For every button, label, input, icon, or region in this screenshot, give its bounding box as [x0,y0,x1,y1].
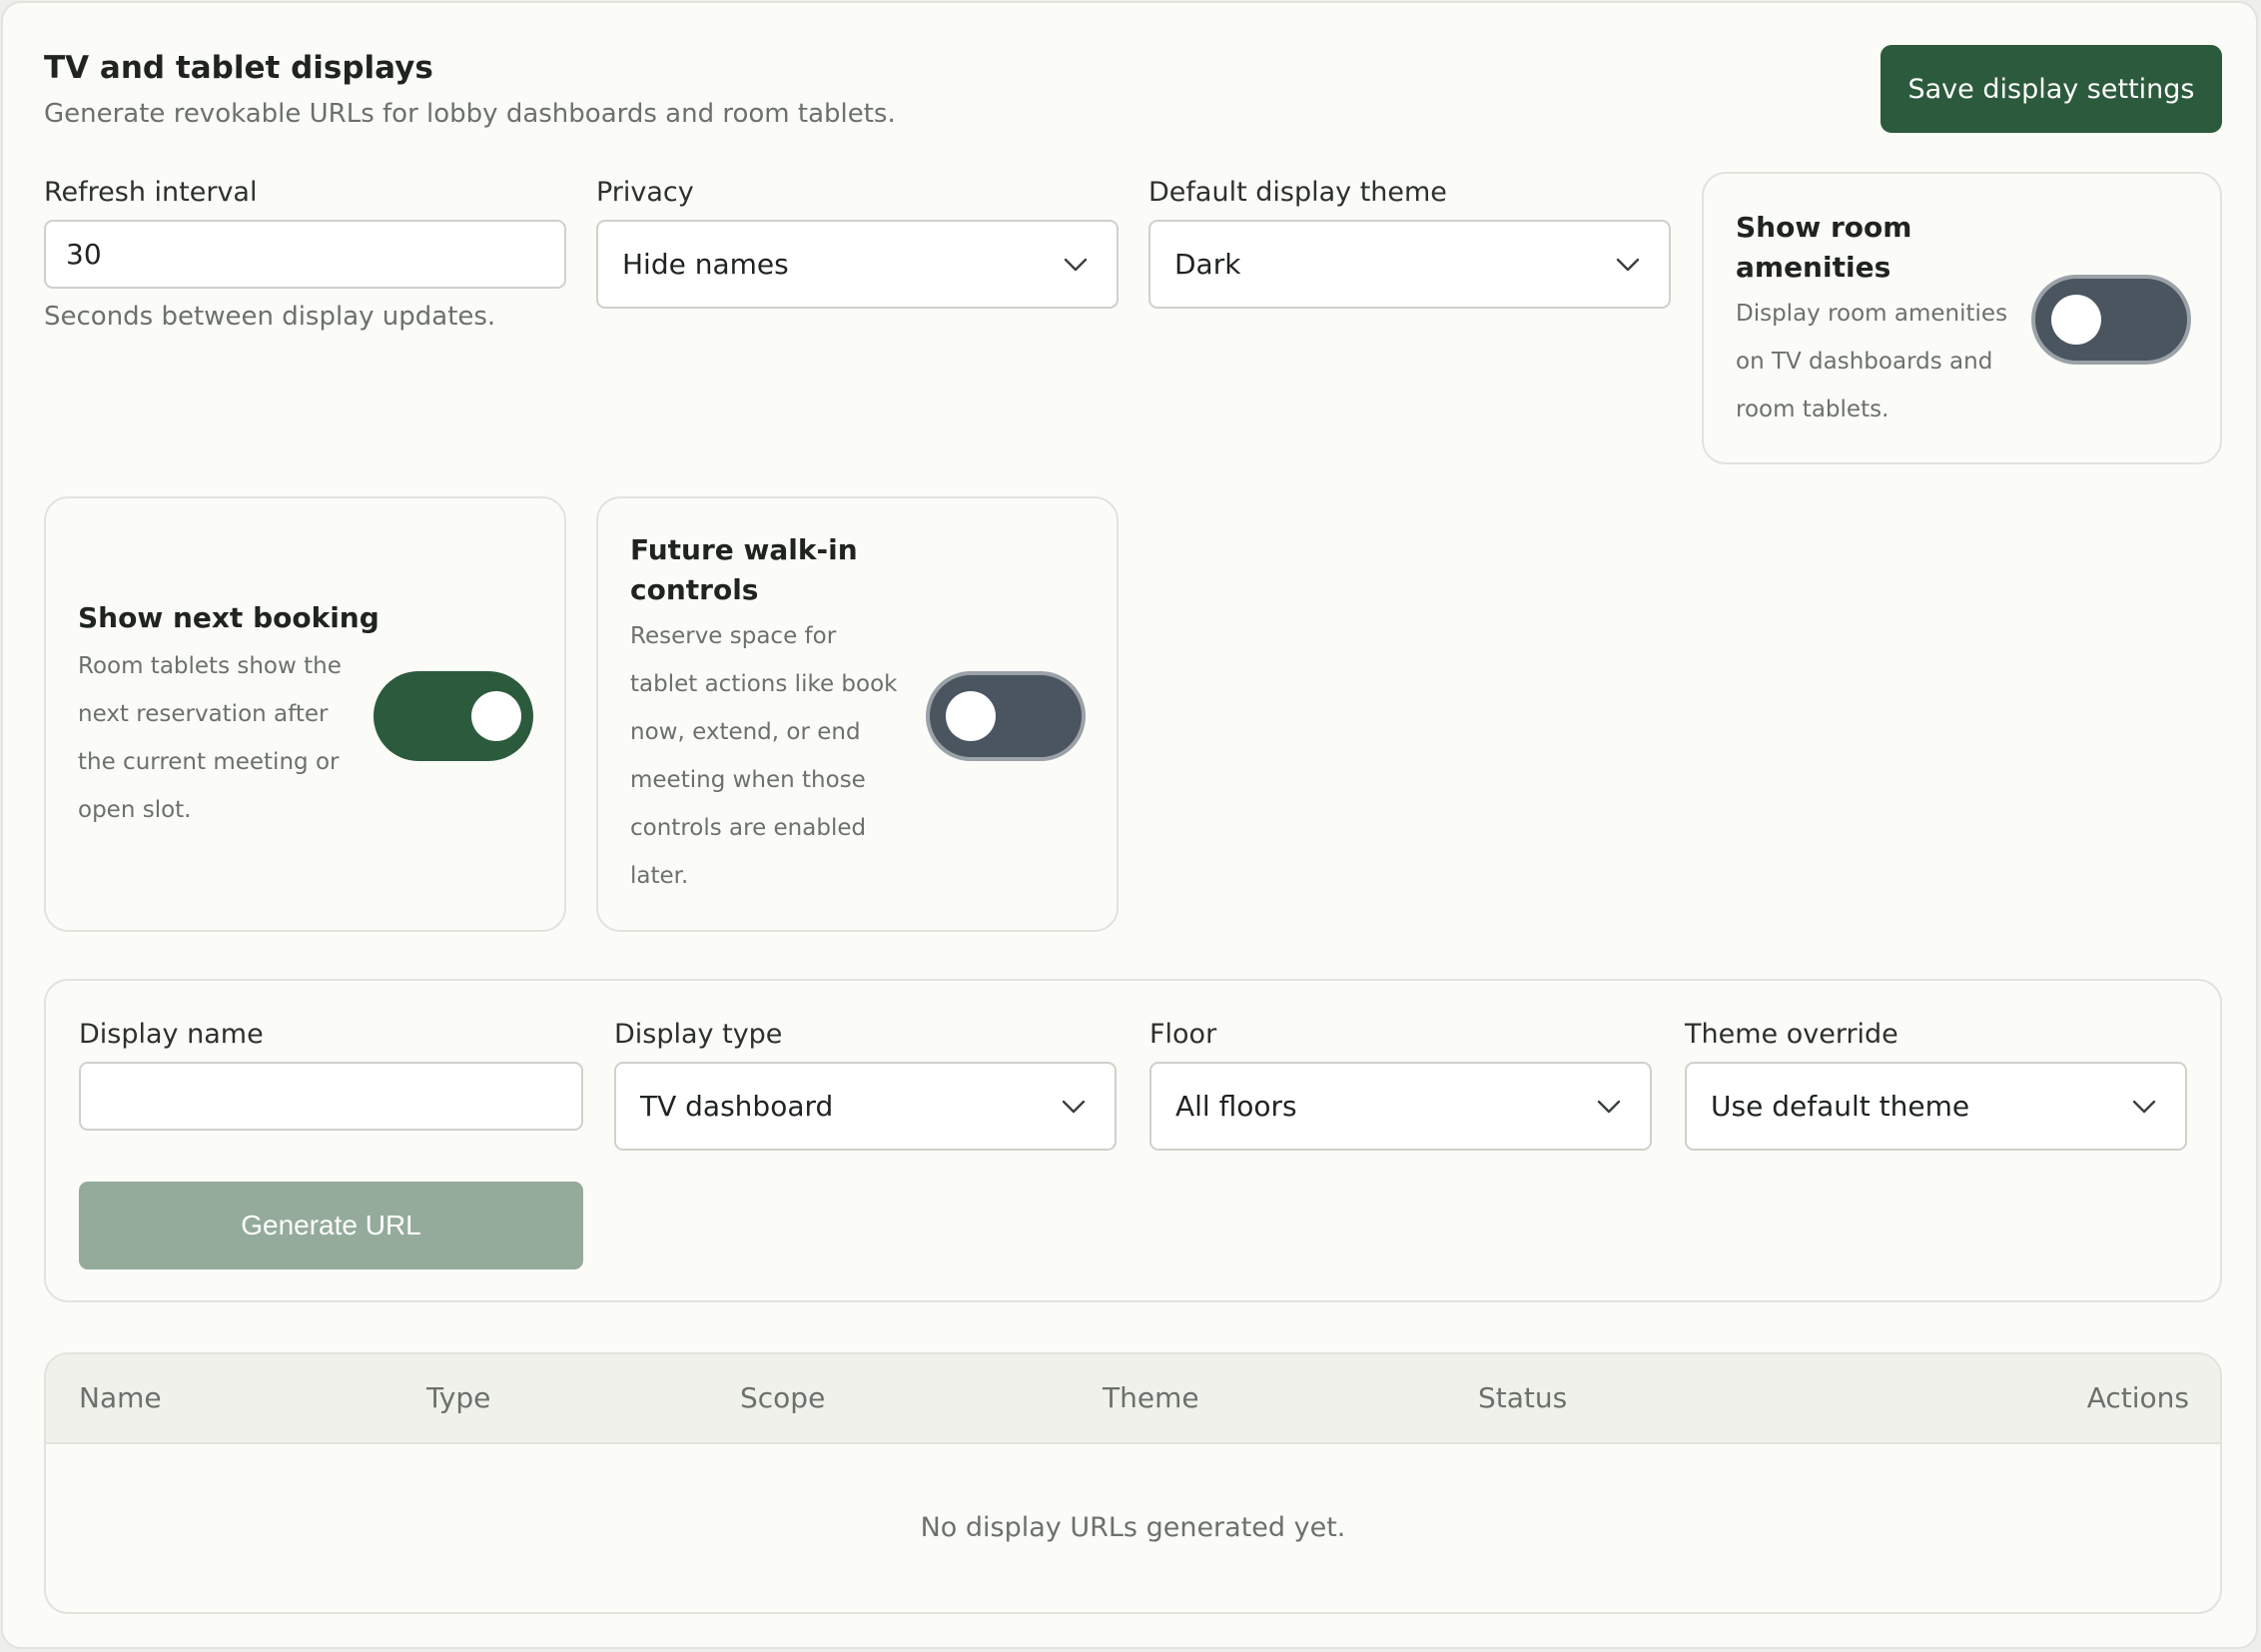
display-type-select-value: TV dashboard [640,1090,834,1123]
display-name-label: Display name [79,1019,264,1050]
walk-in-controls-toggle[interactable] [926,671,1086,761]
toggle-knob [471,691,521,741]
refresh-interval-label: Refresh interval [44,177,258,208]
default-theme-select[interactable]: Dark [1148,220,1671,309]
chevron-down-icon [1616,258,1640,271]
next-booking-title: Show next booking [78,601,379,634]
save-display-settings-button[interactable]: Save display settings [1881,45,2222,133]
next-booking-card: Show next booking Room tablets show the … [44,496,566,932]
generate-url-button[interactable]: Generate URL [79,1182,583,1269]
display-type-label: Display type [614,1019,783,1050]
walk-in-controls-desc-line: meeting when those [630,767,866,793]
chevron-down-icon [2132,1100,2156,1113]
column-header-theme: Theme [1103,1381,1199,1414]
next-booking-desc-line: Room tablets show the [78,653,342,679]
privacy-select-value: Hide names [622,248,789,281]
chevron-down-icon [1064,258,1088,271]
default-theme-select-value: Dark [1174,248,1241,281]
room-amenities-card: Show room amenities Display room ameniti… [1702,172,2222,464]
next-booking-desc-line: open slot. [78,797,192,823]
display-settings-panel: TV and tablet displays Generate revokabl… [1,1,2258,1649]
next-booking-toggle[interactable] [374,671,533,761]
default-theme-label: Default display theme [1148,177,1447,208]
next-booking-description: Room tablets show the next reservation a… [78,642,342,834]
walk-in-controls-title-line: Future walk-in [630,533,858,566]
walk-in-controls-desc-line: now, extend, or end [630,719,861,745]
walk-in-controls-title: Future walk-in controls [630,530,858,610]
column-header-scope: Scope [740,1381,826,1414]
column-header-status: Status [1478,1381,1568,1414]
floor-select-value: All floors [1175,1090,1297,1123]
table-empty-state: No display URLs generated yet. [920,1512,1346,1543]
display-url-generator: Display name Display type TV dashboard F… [44,979,2222,1302]
chevron-down-icon [1062,1100,1086,1113]
walk-in-controls-card: Future walk-in controls Reserve space fo… [596,496,1119,932]
column-header-name: Name [79,1381,162,1414]
theme-override-select-value: Use default theme [1711,1090,1970,1123]
walk-in-controls-desc-line: Reserve space for [630,623,837,649]
privacy-label: Privacy [596,177,694,208]
walk-in-controls-desc-line: tablet actions like book [630,671,898,697]
next-booking-desc-line: the current meeting or [78,749,340,775]
room-amenities-toggle[interactable] [2031,275,2191,365]
refresh-interval-hint: Seconds between display updates. [44,302,496,332]
toggle-knob [2051,295,2101,345]
room-amenities-description: Display room amenities on TV dashboards … [1736,290,2007,433]
table-header: Name Type Scope Theme Status Actions [46,1354,2220,1444]
floor-select[interactable]: All floors [1149,1062,1652,1151]
refresh-interval-input[interactable]: 30 [44,220,566,289]
room-amenities-desc-line: room tablets. [1736,397,1889,422]
column-header-actions: Actions [2086,1381,2189,1414]
refresh-interval-value: 30 [66,238,102,271]
display-urls-table: Name Type Scope Theme Status Actions No … [44,1352,2222,1614]
room-amenities-desc-line: Display room amenities [1736,301,2008,327]
privacy-select[interactable]: Hide names [596,220,1119,309]
floor-label: Floor [1149,1019,1217,1050]
room-amenities-desc-line: on TV dashboards and [1736,349,1993,375]
theme-override-select[interactable]: Use default theme [1685,1062,2187,1151]
walk-in-controls-desc-line: controls are enabled [630,815,867,841]
page-title: TV and tablet displays [44,50,433,86]
display-name-input[interactable] [79,1062,583,1131]
column-header-type: Type [426,1381,491,1414]
room-amenities-title: Show room amenities [1736,208,1911,288]
room-amenities-title-line: Show room [1736,211,1912,244]
room-amenities-title-line: amenities [1736,251,1891,284]
next-booking-desc-line: next reservation after [78,701,329,727]
chevron-down-icon [1597,1100,1621,1113]
theme-override-label: Theme override [1685,1019,1898,1050]
walk-in-controls-title-line: controls [630,573,759,606]
page-subtitle: Generate revokable URLs for lobby dashbo… [44,99,896,129]
display-type-select[interactable]: TV dashboard [614,1062,1117,1151]
toggle-knob [946,691,996,741]
walk-in-controls-description: Reserve space for tablet actions like bo… [630,612,897,900]
walk-in-controls-desc-line: later. [630,863,689,889]
